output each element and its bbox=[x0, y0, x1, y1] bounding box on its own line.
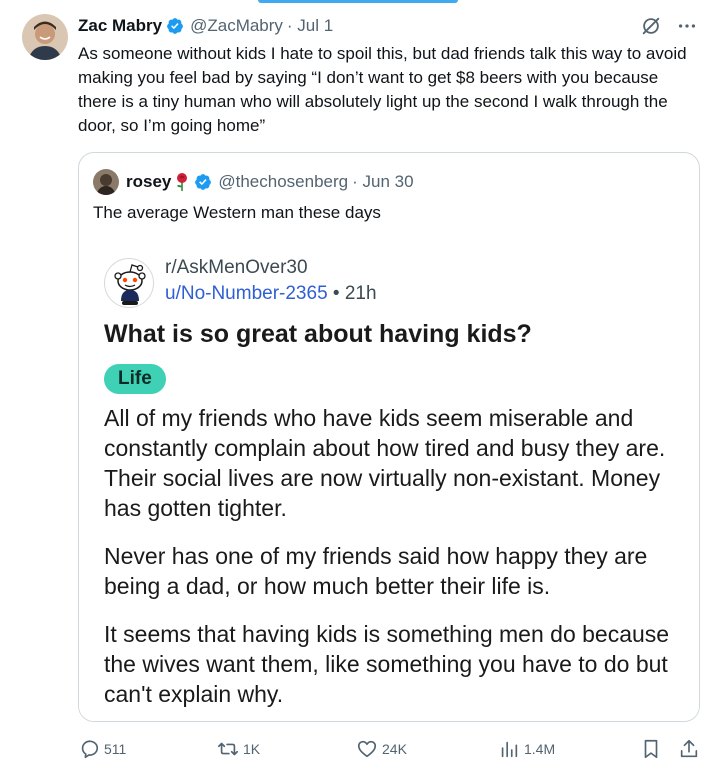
reddit-flair-badge: Life bbox=[104, 364, 166, 394]
heart-icon bbox=[357, 740, 377, 758]
like-count: 24K bbox=[382, 741, 407, 757]
bookmark-icon bbox=[644, 739, 658, 759]
verified-badge-icon bbox=[166, 17, 184, 35]
quote-author-handle[interactable]: @thechosenberg bbox=[218, 172, 348, 192]
repost-icon bbox=[218, 742, 238, 756]
grok-icon[interactable] bbox=[640, 15, 662, 37]
reddit-post-title: What is so great about having kids? bbox=[104, 320, 532, 348]
reddit-username: u/No-Number-2365 bbox=[165, 283, 328, 304]
repost-button[interactable]: 1K bbox=[217, 738, 260, 760]
author-name[interactable]: Zac Mabry bbox=[78, 16, 162, 36]
views-button[interactable]: 1.4M bbox=[498, 738, 555, 760]
reddit-paragraph: Never has one of my friends said how hap… bbox=[104, 543, 648, 599]
share-button[interactable] bbox=[678, 738, 700, 760]
reddit-snoo-icon bbox=[104, 258, 154, 308]
reddit-paragraph: All of my friends who have kids seem mis… bbox=[104, 405, 666, 521]
quote-text: The average Western man these days bbox=[93, 203, 381, 222]
author-avatar[interactable] bbox=[22, 14, 68, 60]
header-actions bbox=[640, 15, 698, 37]
quote-header: rosey @thechosenberg · Jun 30 bbox=[93, 169, 414, 195]
subreddit-name: r/AskMenOver30 bbox=[165, 257, 308, 278]
reddit-post-body: All of my friends who have kids seem mis… bbox=[104, 403, 689, 721]
rose-emoji-icon bbox=[174, 172, 190, 192]
reddit-post-time: • 21h bbox=[327, 283, 377, 304]
views-count: 1.4M bbox=[524, 741, 556, 757]
more-options-icon[interactable] bbox=[676, 15, 698, 37]
reddit-paragraph: It seems that having kids is something m… bbox=[104, 621, 670, 707]
share-icon bbox=[680, 739, 698, 758]
quote-date[interactable]: · Jun 30 bbox=[352, 172, 413, 192]
bookmark-button[interactable] bbox=[640, 738, 662, 760]
like-button[interactable]: 24K bbox=[356, 738, 407, 760]
tweet-text: As someone without kids I hate to spoil … bbox=[78, 44, 687, 135]
author-handle[interactable]: @ZacMabry bbox=[190, 16, 283, 36]
tweet-header: Zac Mabry @ZacMabry · Jul 1 bbox=[78, 15, 698, 37]
quoted-tweet[interactable]: rosey @thechosenberg · Jun 30 The averag… bbox=[78, 152, 700, 722]
repost-count: 1K bbox=[243, 741, 261, 757]
quote-verified-badge-icon bbox=[194, 173, 212, 191]
tweet-action-bar: 511 1K 24K 1.4M bbox=[78, 736, 700, 762]
views-chart-icon bbox=[501, 741, 518, 758]
reddit-user-line: u/No-Number-2365 • 21h bbox=[165, 283, 377, 305]
reply-icon bbox=[81, 740, 99, 759]
quote-author-name[interactable]: rosey bbox=[126, 172, 171, 192]
tweet: Zac Mabry @ZacMabry · Jul 1 As someone w… bbox=[0, 0, 718, 775]
reply-count: 511 bbox=[104, 741, 127, 757]
tweet-date[interactable]: · Jul 1 bbox=[287, 16, 333, 36]
quote-author-avatar[interactable] bbox=[93, 169, 119, 195]
reply-button[interactable]: 511 bbox=[78, 738, 126, 760]
reddit-screenshot-image[interactable]: r/AskMenOver30 u/No-Number-2365 • 21h Wh… bbox=[79, 243, 699, 721]
